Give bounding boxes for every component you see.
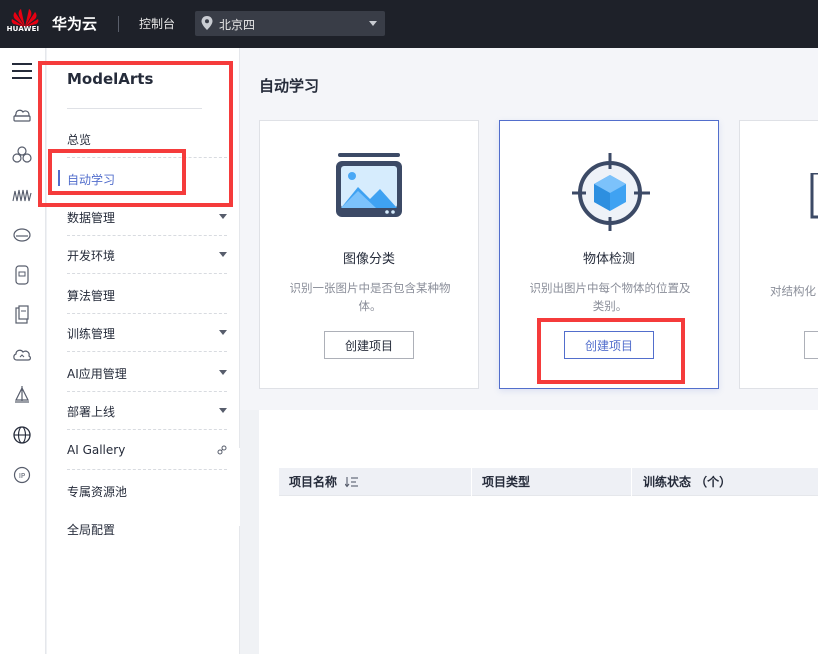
card-description: 对结构化: [770, 284, 816, 298]
chevron-down-icon: [219, 214, 227, 219]
sidebar-item-label: 训练管理: [67, 327, 116, 341]
card-description: 识别一张图片中是否包含某种物体。: [289, 281, 451, 313]
chevron-down-icon: [219, 252, 227, 257]
chevron-down-icon: [219, 330, 227, 335]
highlight-box-create-button: [537, 318, 685, 384]
create-project-button[interactable]: 创建项目: [324, 331, 414, 359]
sail-icon[interactable]: [11, 384, 33, 406]
card-image-classification[interactable]: 图像分类 识别一张图片中是否包含某种物体。 创建项目: [259, 120, 479, 389]
column-divider: [631, 468, 632, 496]
sidebar-item-dedicated-pool[interactable]: 专属资源池: [67, 472, 227, 510]
ip-icon[interactable]: IP: [11, 464, 33, 486]
menu-icon[interactable]: [11, 60, 33, 82]
chevron-down-icon: [219, 370, 227, 375]
card-title: 物体检测: [582, 252, 635, 267]
region-selector[interactable]: 北京四: [195, 11, 385, 36]
cloud-server-icon[interactable]: [11, 104, 33, 126]
sort-icon[interactable]: [344, 476, 359, 491]
sidebar-item-label: AI应用管理: [67, 367, 127, 381]
sidebar-item-ai-app-management[interactable]: AI应用管理: [67, 354, 227, 392]
logo-wordmark: HUAWEI: [6, 25, 40, 33]
device-icon[interactable]: [11, 264, 33, 286]
divider: [67, 469, 227, 470]
chevron-down-icon: [367, 17, 379, 32]
location-pin-icon: [201, 16, 213, 33]
globe-icon[interactable]: [11, 424, 33, 446]
cloud-icon[interactable]: [11, 344, 33, 366]
project-type-section: 自动学习 图像分类 识别一张图片中是否包含某种物体。 创建项目 物体检测 识别出…: [240, 48, 818, 410]
divider: [67, 273, 227, 274]
project-table: 项目名称 项目类型 训练状态 （个）: [259, 410, 818, 654]
sidebar-item-training-management[interactable]: 训练管理: [67, 314, 227, 352]
sidebar-item-dev-environment[interactable]: 开发环境: [67, 236, 227, 274]
sidebar-item-algorithm-management[interactable]: 算法管理: [67, 276, 227, 314]
column-header-project-type[interactable]: 项目类型: [482, 468, 530, 496]
page-title: 自动学习: [259, 77, 320, 95]
sidebar-item-label: 算法管理: [67, 289, 116, 303]
table-header: 项目名称 项目类型 训练状态 （个）: [279, 468, 818, 496]
column-header-training-status[interactable]: 训练状态 （个）: [643, 468, 731, 496]
brand-name[interactable]: 华为云: [52, 13, 97, 34]
external-link-icon: [217, 444, 227, 458]
create-project-button[interactable]: [804, 331, 818, 359]
card-title: 图像分类: [342, 252, 395, 267]
waveform-icon[interactable]: [11, 184, 33, 206]
sidebar-item-global-config[interactable]: 全局配置: [67, 510, 227, 548]
sidebar-item-label: AI Gallery: [67, 443, 126, 457]
top-navigation-bar: HUAWEI 华为云 控制台 北京四: [0, 0, 818, 48]
huawei-logo[interactable]: [8, 6, 42, 42]
highlight-box-auto-learning: [48, 149, 186, 195]
sidebar-item-ai-gallery[interactable]: AI Gallery: [67, 432, 227, 470]
partial-illustration: [806, 171, 818, 226]
divider: [118, 16, 119, 32]
console-link[interactable]: 控制台: [139, 15, 175, 32]
sidebar-item-label: 部署上线: [67, 405, 116, 419]
nodes-icon[interactable]: [11, 144, 33, 166]
chevron-down-icon: [219, 408, 227, 413]
image-classification-illustration: [332, 151, 408, 229]
object-detection-illustration: [570, 151, 650, 233]
document-icon[interactable]: [11, 304, 33, 326]
disk-icon[interactable]: [11, 224, 33, 246]
column-header-project-name[interactable]: 项目名称: [289, 468, 337, 496]
sidebar-item-label: 专属资源池: [67, 485, 128, 499]
column-divider: [471, 468, 472, 496]
divider: [67, 429, 227, 430]
sidebar-item-label: 开发环境: [67, 249, 116, 263]
main-content: 自动学习 图像分类 识别一张图片中是否包含某种物体。 创建项目 物体检测 识别出…: [240, 48, 818, 654]
svg-text:IP: IP: [19, 472, 25, 480]
sidebar-item-label: 全局配置: [67, 523, 116, 537]
region-label: 北京四: [219, 18, 256, 32]
divider: [67, 351, 227, 352]
card-description: 识别出图片中每个物体的位置及类别。: [529, 281, 691, 313]
sidebar-item-label: 数据管理: [67, 211, 116, 225]
card-tabular-data[interactable]: 对结构化: [739, 120, 818, 389]
sidebar-item-deployment[interactable]: 部署上线: [67, 392, 227, 430]
